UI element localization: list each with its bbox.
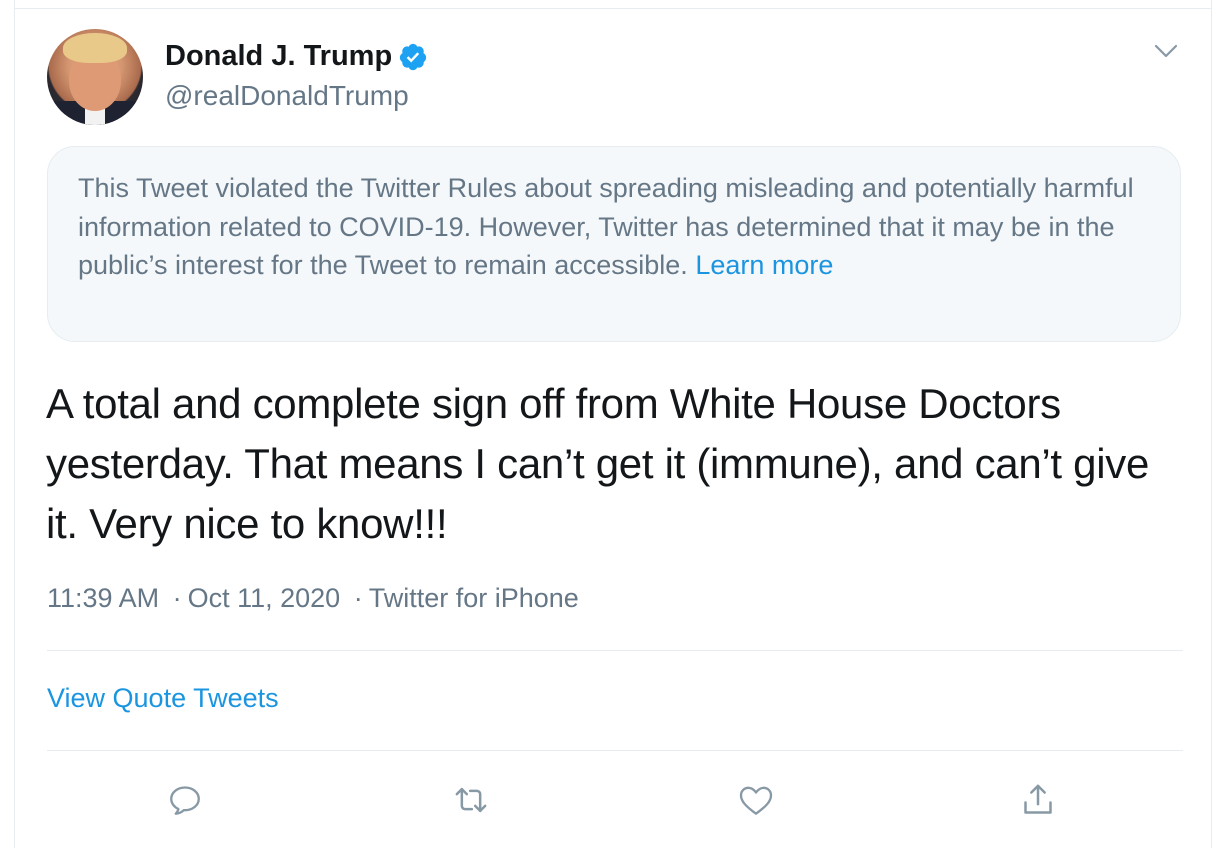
top-divider bbox=[15, 8, 1211, 9]
avatar[interactable] bbox=[47, 29, 143, 125]
meta-separator: · bbox=[353, 583, 363, 613]
view-quote-tweets-link[interactable]: View Quote Tweets bbox=[47, 683, 279, 714]
like-icon[interactable] bbox=[734, 778, 778, 822]
tweet-card: Donald J. Trump @realDonaldTrump This Tw… bbox=[14, 0, 1212, 848]
share-icon[interactable] bbox=[1016, 778, 1060, 822]
tweet-meta: 11:39 AM · Oct 11, 2020 · Twitter for iPho… bbox=[47, 583, 579, 614]
learn-more-link[interactable]: Learn more bbox=[695, 250, 833, 280]
divider bbox=[47, 650, 1183, 651]
author-handle[interactable]: @realDonaldTrump bbox=[165, 80, 409, 112]
tweet-text: A total and complete sign off from White… bbox=[46, 380, 1150, 547]
tweet-source[interactable]: Twitter for iPhone bbox=[369, 583, 579, 613]
policy-notice: This Tweet violated the Twitter Rules ab… bbox=[47, 146, 1181, 342]
reply-icon[interactable] bbox=[163, 778, 207, 822]
chevron-down-icon[interactable] bbox=[1151, 36, 1181, 66]
avatar-hair bbox=[63, 33, 127, 63]
author-name-row[interactable]: Donald J. Trump bbox=[165, 40, 428, 73]
retweet-icon[interactable] bbox=[449, 778, 493, 822]
tweet-date[interactable]: Oct 11, 2020 bbox=[188, 583, 341, 613]
notice-text: This Tweet violated the Twitter Rules ab… bbox=[78, 173, 1134, 280]
author-display-name[interactable]: Donald J. Trump bbox=[165, 40, 392, 73]
divider bbox=[47, 750, 1183, 751]
meta-separator: · bbox=[172, 583, 182, 613]
verified-badge-icon bbox=[400, 43, 427, 70]
tweet-time[interactable]: 11:39 AM bbox=[47, 583, 159, 613]
